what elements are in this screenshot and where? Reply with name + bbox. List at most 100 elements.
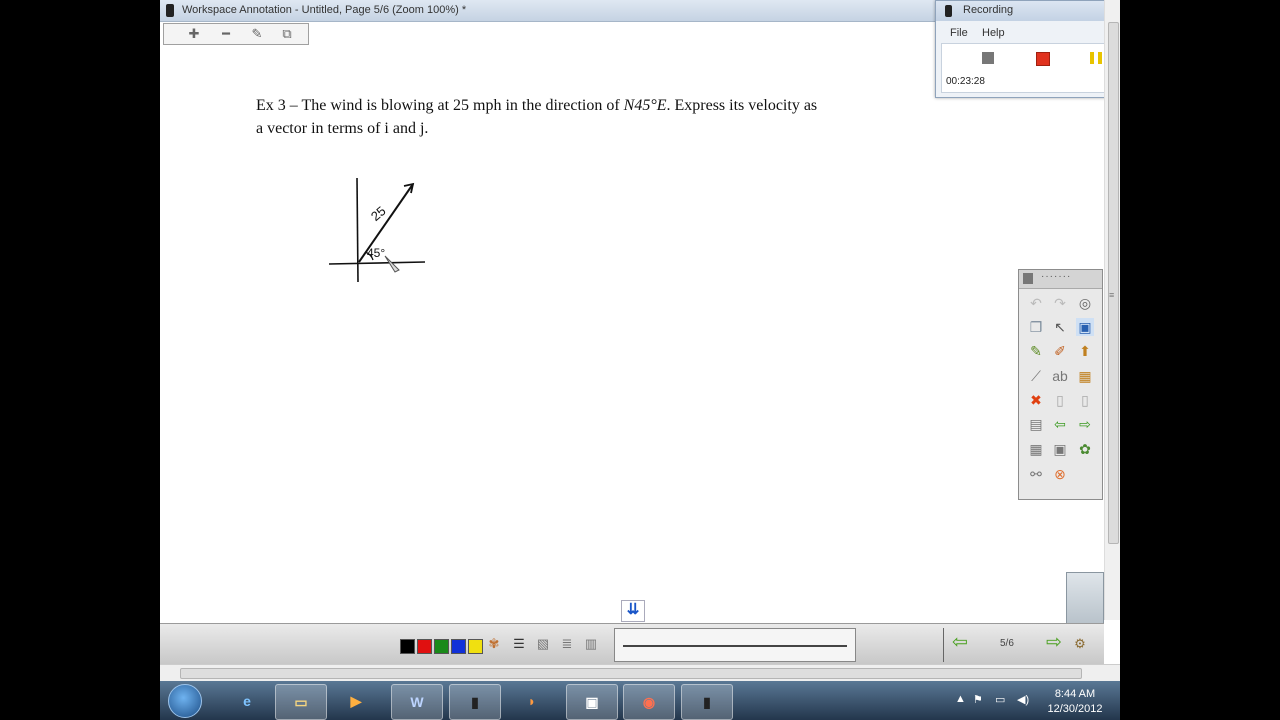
page-toolbar: ✚ ━ ✎ ⧉ <box>163 23 309 45</box>
pen-cursor-icon <box>384 255 400 273</box>
color-swatch-blue[interactable] <box>451 639 466 654</box>
problem-text-a: Ex 3 – The wind is blowing at 25 mph in … <box>256 97 620 114</box>
start-button[interactable] <box>168 684 202 718</box>
stop-icon[interactable] <box>982 52 994 64</box>
eraser-icon[interactable]: ⟋ <box>1027 367 1045 385</box>
windows-taskbar: e ▭ ▶ W ▮ ◗ ▣ ◉ ▮ ▲ ⚑ ▭ ◀) 8:44 AM 12/30… <box>160 681 1120 720</box>
color-swatch-yellow[interactable] <box>468 639 483 654</box>
fill-style-icon[interactable]: ▥ <box>582 635 600 653</box>
horizontal-scrollbar[interactable] <box>160 664 1120 681</box>
fill-icon[interactable]: ⬆ <box>1076 342 1094 360</box>
problem-text-line2: a vector in terms of i and j. <box>256 120 429 137</box>
vertical-scrollbar[interactable]: ≡ <box>1104 0 1120 620</box>
palette-colors-icon[interactable]: ✾ <box>485 635 503 653</box>
palette-grip-icon <box>1023 273 1033 284</box>
recycle-bin-icon[interactable] <box>1066 572 1104 624</box>
browser-icon[interactable]: ◉ <box>623 684 675 720</box>
color-swatch-red[interactable] <box>417 639 432 654</box>
transparency-icon[interactable]: ▧ <box>534 635 552 653</box>
recording-timer: 00:23:28 <box>946 76 985 87</box>
palette-title: ······· <box>1041 271 1072 282</box>
highlighter-icon[interactable]: ✐ <box>1051 342 1069 360</box>
previous-page-arrow-icon[interactable]: ⇦ <box>952 633 968 653</box>
next-page-icon[interactable]: ⇨ <box>1076 415 1094 433</box>
flag-icon[interactable]: ⚑ <box>973 693 983 706</box>
copy-page-icon[interactable]: ❐ <box>1027 318 1045 336</box>
recording-window: Recording File Help 00:23:28 <box>935 0 1120 98</box>
pages-icon[interactable]: ⧉ <box>276 26 298 41</box>
vertical-scroll-thumb[interactable] <box>1108 22 1119 544</box>
clock-date: 12/30/2012 <box>1047 703 1103 715</box>
menu-file[interactable]: File <box>950 27 968 39</box>
workspace-icon[interactable]: ▮ <box>449 684 501 720</box>
line-width-icon[interactable]: ☰ <box>510 635 528 653</box>
previous-page-icon[interactable]: ⇦ <box>1051 415 1069 433</box>
color-swatch-black[interactable] <box>400 639 415 654</box>
recording-controls: 00:23:28 <box>941 43 1118 93</box>
save-icon[interactable]: ▣ <box>1051 440 1069 458</box>
pen-tool-icon[interactable]: ✎ <box>1027 342 1045 360</box>
horizontal-scroll-thumb[interactable] <box>180 668 1082 679</box>
workspace-app-icon <box>166 4 174 17</box>
volume-icon[interactable]: ◀) <box>1017 693 1029 706</box>
problem-statement: Ex 3 – The wind is blowing at 25 mph in … <box>256 94 946 140</box>
network-icon[interactable]: ▣ <box>566 684 618 720</box>
vector-sketch: 25 45° <box>328 177 426 283</box>
x-axis-line <box>328 261 426 265</box>
edit-icon[interactable]: ✎ <box>246 26 268 41</box>
explorer-icon[interactable]: ▭ <box>275 684 327 720</box>
palette-header[interactable]: ······· <box>1019 270 1102 289</box>
magnitude-label: 25 <box>368 203 389 224</box>
next-page-arrow-icon[interactable]: ⇨ <box>1046 633 1062 653</box>
gallery-icon[interactable]: ✿ <box>1076 440 1094 458</box>
select-arrow-icon[interactable]: ↖ <box>1051 318 1069 336</box>
workspace-icon-2[interactable]: ▮ <box>681 684 733 720</box>
problem-text-b: . Express its velocity as <box>666 97 818 114</box>
recording-titlebar: Recording <box>936 1 1120 21</box>
menu-help[interactable]: Help <box>982 27 1005 39</box>
angle-label: 45° <box>367 246 385 260</box>
grid-icon[interactable]: ▦ <box>1027 440 1045 458</box>
tray-expand-icon[interactable]: ▲ <box>955 693 966 705</box>
link-icon[interactable]: ⚯ <box>1027 465 1045 483</box>
redo-icon[interactable]: ↷ <box>1051 294 1069 312</box>
toolbar-separator <box>943 628 944 662</box>
tools-palette: ······· ↶ ↷ ◎ ❐ ↖ ▣ ✎ ✐ ⬆ ⟋ ab ▦ ✖ ▯ ▯ ▤… <box>1018 269 1103 500</box>
recording-title: Recording <box>963 4 1014 16</box>
clear-icon[interactable]: ⊗ <box>1051 465 1069 483</box>
line-style-icon[interactable]: ≣ <box>558 635 576 653</box>
capture-icon[interactable]: ▣ <box>1076 318 1094 336</box>
screen-icon[interactable]: ▤ <box>1027 415 1045 433</box>
desktop-screen: Workspace Annotation - Untitled, Page 5/… <box>160 0 1120 720</box>
image-icon[interactable]: ▦ <box>1076 367 1094 385</box>
window-title: Workspace Annotation - Untitled, Page 5/… <box>182 4 467 16</box>
ie-icon[interactable]: e <box>222 684 272 718</box>
y-axis-line <box>356 177 359 283</box>
recorder-app-icon <box>945 5 952 17</box>
network-tray-icon[interactable]: ▭ <box>995 693 1005 706</box>
new-page-icon[interactable]: ▯ <box>1076 391 1094 409</box>
page-indicator: 5/6 <box>1000 638 1014 649</box>
scroll-grip-icon: ≡ <box>1109 290 1115 300</box>
undo-icon[interactable]: ↶ <box>1027 294 1045 312</box>
record-icon[interactable] <box>1036 52 1050 66</box>
blank-page-icon[interactable]: ▯ <box>1051 391 1069 409</box>
annotation-toolbar: ✾ ☰ ▧ ≣ ▥ ⇦ 5/6 ⇨ ⚙ <box>160 623 1104 664</box>
direction-math: N45°E <box>623 97 667 114</box>
minus-icon[interactable]: ━ <box>215 26 237 41</box>
pen-size-slider[interactable] <box>614 628 856 662</box>
fireworks-icon[interactable]: ◗ <box>507 684 557 718</box>
color-swatch-green[interactable] <box>434 639 449 654</box>
clock-time: 8:44 AM <box>1054 688 1096 700</box>
media-player-icon[interactable]: ▶ <box>331 684 381 718</box>
mouse-icon[interactable]: ◎ <box>1076 294 1094 312</box>
pause-icon[interactable] <box>1090 52 1102 64</box>
text-tool-icon[interactable]: ab <box>1051 367 1069 385</box>
settings-tools-icon[interactable]: ⚙ <box>1071 635 1089 653</box>
collapse-toolbar-icon[interactable]: ⇊ <box>621 600 645 622</box>
plus-icon[interactable]: ✚ <box>183 26 205 41</box>
word-icon[interactable]: W <box>391 684 443 720</box>
delete-icon[interactable]: ✖ <box>1027 391 1045 409</box>
clock[interactable]: 8:44 AM 12/30/2012 <box>1040 687 1110 717</box>
slider-track <box>623 645 847 647</box>
